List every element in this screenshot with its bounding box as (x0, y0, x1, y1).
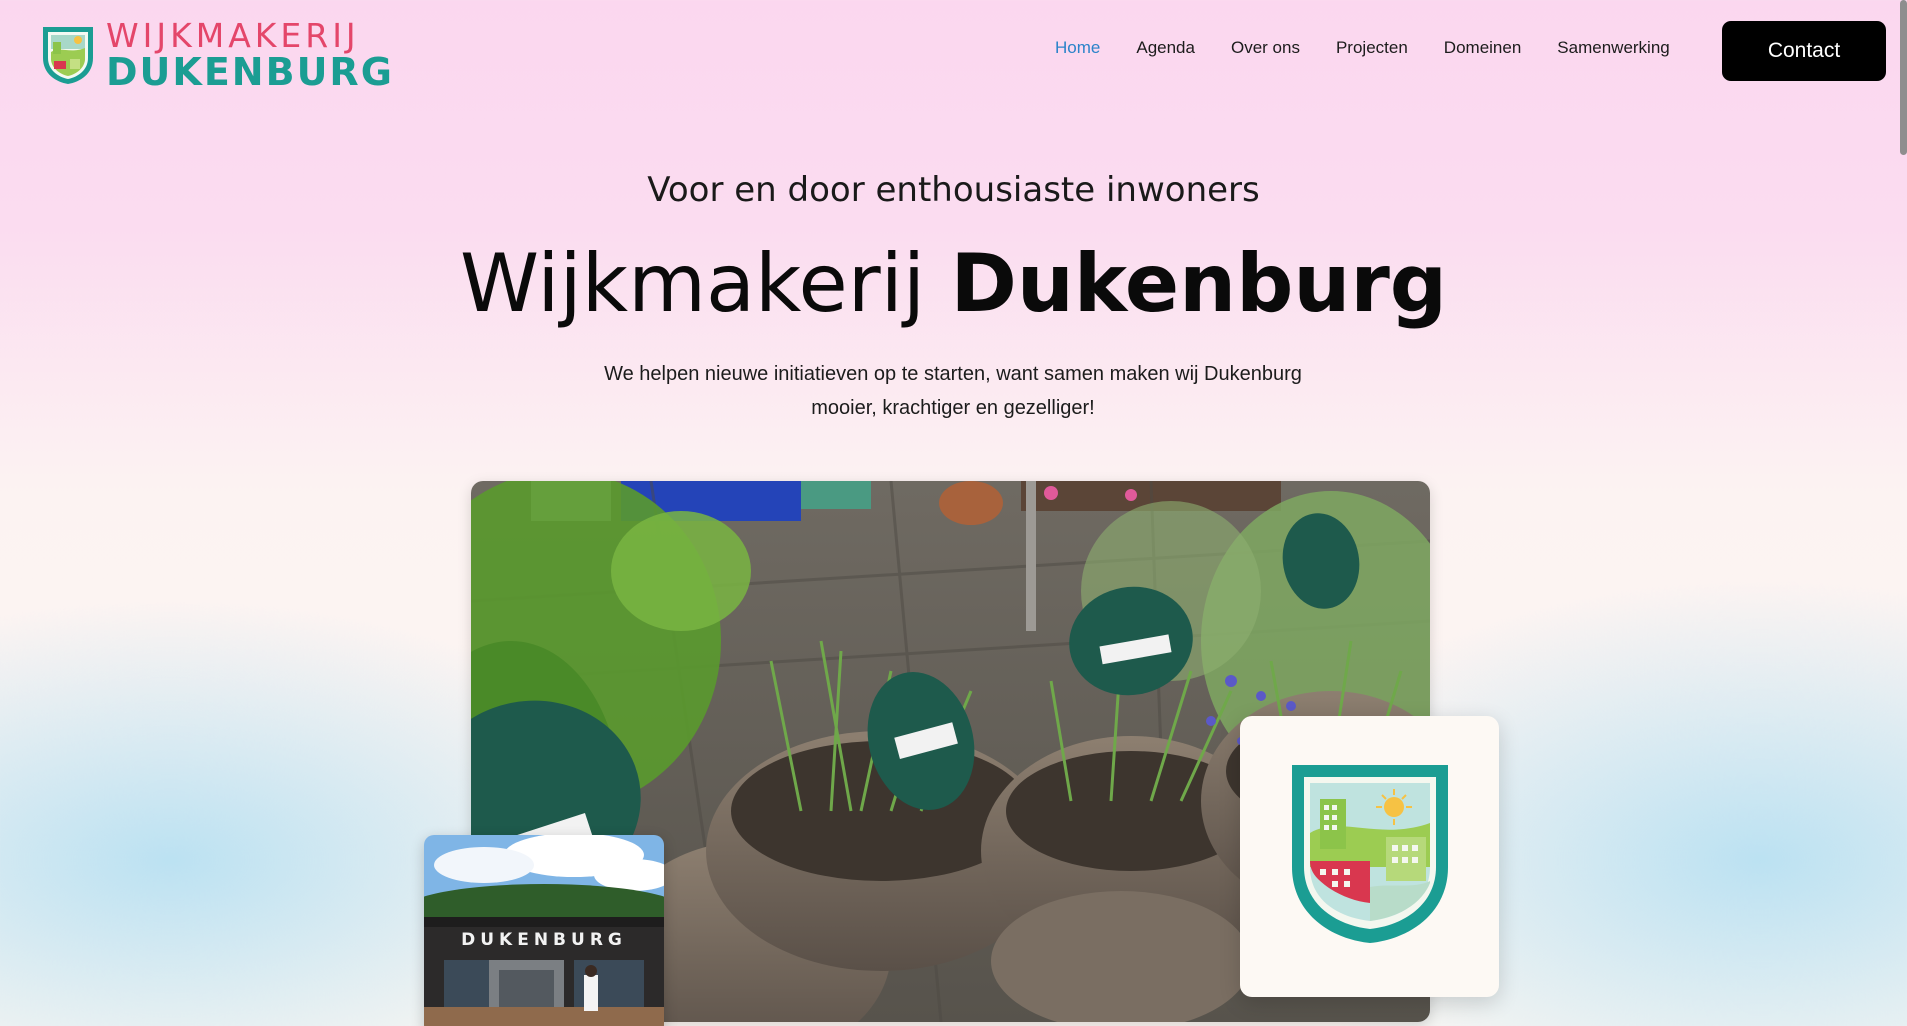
logo-wordmark-top: WIJKMAKERIJ (106, 16, 360, 55)
nav-over-ons[interactable]: Over ons (1231, 38, 1300, 58)
logo[interactable]: WIJKMAKERIJ DUKENBURG (40, 19, 394, 91)
hero-description-line2: mooier, krachtiger en gezelliger! (811, 397, 1095, 419)
nav-home[interactable]: Home (1055, 38, 1100, 58)
emblem-card (1240, 716, 1499, 997)
contact-button[interactable]: Contact (1722, 21, 1886, 81)
page-scrollbar[interactable] (1900, 0, 1907, 155)
shield-logo-icon (40, 24, 96, 86)
hero-title-part1: Wijkmakerij (459, 237, 926, 330)
dukenburg-building-photo: DUKENBURG (424, 835, 664, 1026)
nav-agenda[interactable]: Agenda (1136, 38, 1195, 58)
logo-wordmark-bottom: DUKENBURG (106, 50, 394, 94)
wijkmakerij-emblem-icon (1290, 763, 1450, 950)
nav-domeinen[interactable]: Domeinen (1444, 38, 1522, 58)
hero-description-line1: We helpen nieuwe initiatieven op te star… (604, 363, 1302, 385)
building-sign: DUKENBURG (461, 930, 627, 950)
hero-description: We helpen nieuwe initiatieven op te star… (553, 357, 1353, 425)
hero-title-part2: Dukenburg (950, 237, 1448, 330)
hero-subtitle: Voor en door enthousiaste inwoners (647, 170, 1260, 210)
nav-projecten[interactable]: Projecten (1336, 38, 1408, 58)
main-nav: Home Agenda Over ons Projecten Domeinen … (1055, 38, 1706, 58)
nav-samenwerking[interactable]: Samenwerking (1557, 38, 1669, 58)
hero-title: Wijkmakerij Dukenburg (0, 240, 1907, 328)
